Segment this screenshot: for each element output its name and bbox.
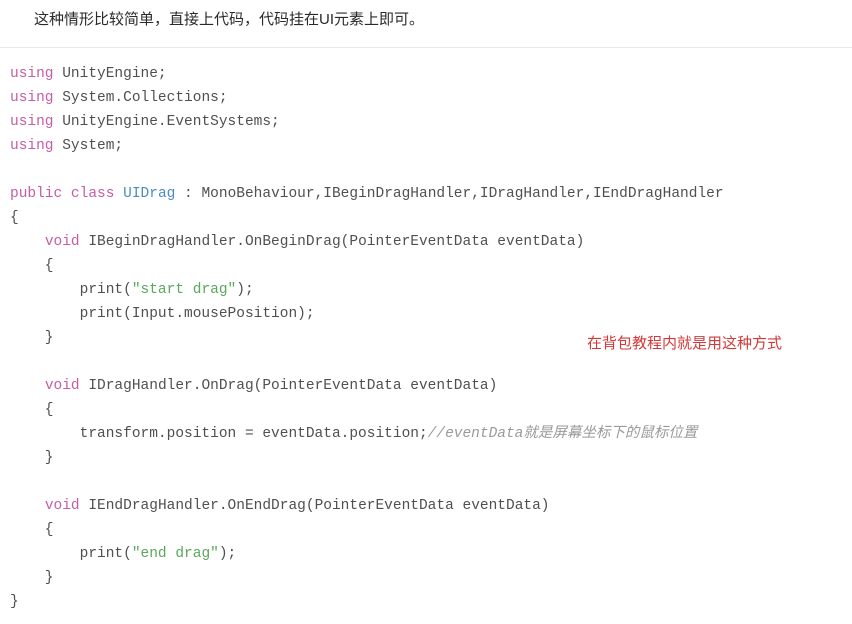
string-literal: "start drag" [132,282,236,298]
brace-close: } [10,330,54,346]
kw-void: void [45,234,80,250]
brace-open: { [10,210,19,226]
code-line: System; [54,138,124,154]
string-literal: "end drag" [132,546,219,562]
code-line: System.Collections; [54,90,228,106]
brace-open: { [10,258,54,274]
comment: //eventData就是屏幕坐标下的鼠标位置 [428,426,698,442]
annotation-text: 在背包教程内就是用这种方式 [587,332,782,356]
class-name: UIDrag [123,186,175,202]
brace-open: { [10,402,54,418]
code-line: UnityEngine; [54,66,167,82]
code-line: ); [219,546,236,562]
code-line: print( [10,546,132,562]
kw-using: using [10,114,54,130]
brace-close: } [10,570,54,586]
kw-public: public [10,186,62,202]
code-line: print(Input.mousePosition); [10,306,315,322]
method-sig: IBeginDragHandler.OnBeginDrag(PointerEve… [80,234,585,250]
kw-void: void [45,498,80,514]
kw-class: class [71,186,115,202]
method-sig: IDragHandler.OnDrag(PointerEventData eve… [80,378,498,394]
code-block: using UnityEngine; using System.Collecti… [0,48,852,624]
kw-using: using [10,90,54,106]
kw-using: using [10,66,54,82]
code-line: UnityEngine.EventSystems; [54,114,280,130]
code-line: print( [10,282,132,298]
brace-close: } [10,594,19,610]
brace-close: } [10,450,54,466]
code-line: ); [236,282,253,298]
brace-open: { [10,522,54,538]
class-decl: : MonoBehaviour,IBeginDragHandler,IDragH… [175,186,723,202]
intro-text: 这种情形比较简单，直接上代码，代码挂在UI元素上即可。 [0,0,852,48]
method-sig: IEndDragHandler.OnEndDrag(PointerEventDa… [80,498,550,514]
kw-void: void [45,378,80,394]
code-line: transform.position = eventData.position; [10,426,428,442]
kw-using: using [10,138,54,154]
